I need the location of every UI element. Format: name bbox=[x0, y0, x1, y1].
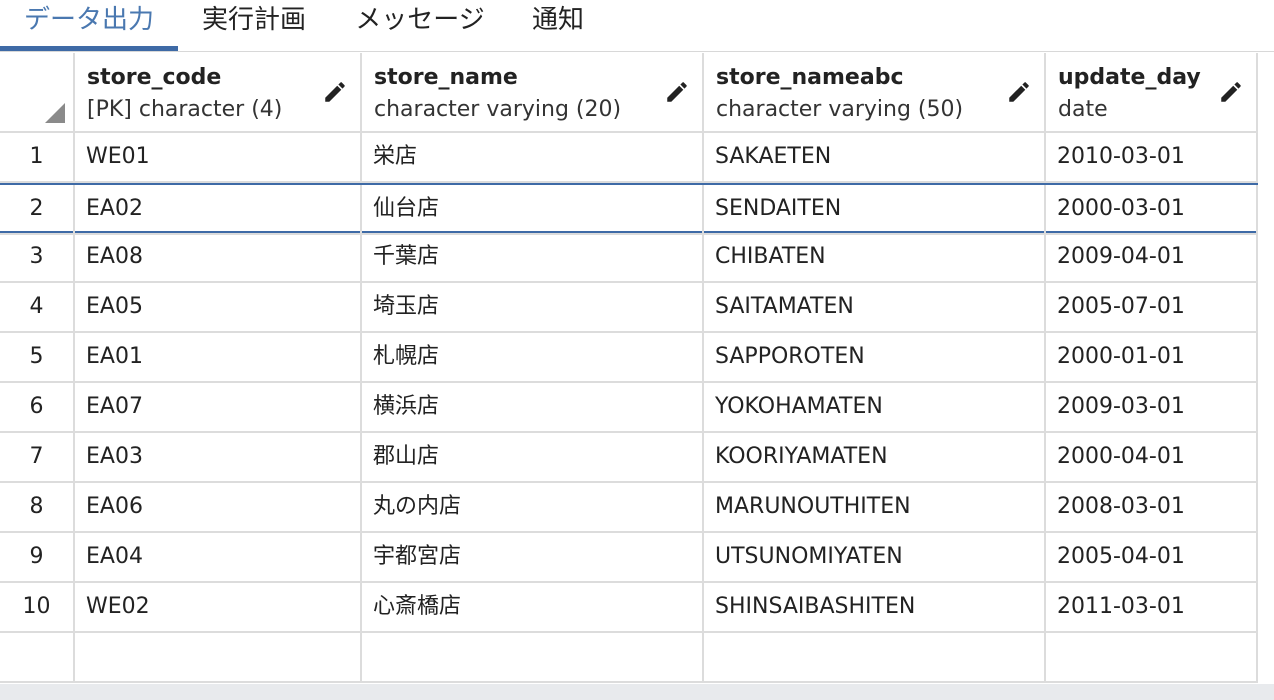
column-type: [PK] character (4) bbox=[87, 97, 283, 122]
cell-update-day[interactable]: 2000-01-01 bbox=[1046, 333, 1258, 383]
cell-update-day[interactable]: 2000-03-01 bbox=[1046, 185, 1258, 235]
cell-update-day[interactable]: 2010-03-01 bbox=[1046, 133, 1258, 183]
result-tabs: データ出力 実行計画 メッセージ 通知 bbox=[0, 0, 1274, 52]
row-number[interactable]: 3 bbox=[0, 233, 75, 283]
cell-store-code[interactable]: WE01 bbox=[75, 133, 362, 183]
grid-body: store_code [PK] character (4) store_name… bbox=[0, 53, 1258, 684]
row-number[interactable]: 5 bbox=[0, 333, 75, 383]
table-row[interactable]: 9 EA04 宇都宮店 UTSUNOMIYATEN 2005-04-01 bbox=[0, 533, 1258, 583]
column-name: store_name bbox=[374, 65, 518, 90]
table-row[interactable]: 3 EA08 千葉店 CHIBATEN 2009-04-01 bbox=[0, 233, 1258, 283]
cell-update-day[interactable]: 2005-07-01 bbox=[1046, 283, 1258, 333]
row-number[interactable]: 6 bbox=[0, 383, 75, 433]
cell-store-nameabc[interactable]: SENDAITEN bbox=[704, 185, 1046, 235]
row-number[interactable]: 7 bbox=[0, 433, 75, 483]
table-row[interactable]: 10 WE02 心斎橋店 SHINSAIBASHITEN 2011-03-01 bbox=[0, 583, 1258, 633]
column-header-store-name[interactable]: store_name character varying (20) bbox=[362, 53, 704, 133]
select-all-corner[interactable] bbox=[0, 53, 75, 133]
cell-store-code[interactable]: EA02 bbox=[75, 185, 362, 235]
table-row[interactable]: 8 EA06 丸の内店 MARUNOUTHITEN 2008-03-01 bbox=[0, 483, 1258, 533]
cell-store-name[interactable]: 心斎橋店 bbox=[362, 583, 704, 633]
cell-update-day[interactable]: 2009-03-01 bbox=[1046, 383, 1258, 433]
grid-bottom-bar bbox=[0, 684, 1274, 700]
column-header-store-nameabc[interactable]: store_nameabc character varying (50) bbox=[704, 53, 1046, 133]
table-row[interactable]: 7 EA03 郡山店 KOORIYAMATEN 2000-04-01 bbox=[0, 433, 1258, 483]
cell-store-name[interactable]: 横浜店 bbox=[362, 383, 704, 433]
cell-update-day[interactable]: 2005-04-01 bbox=[1046, 533, 1258, 583]
column-name: update_day bbox=[1058, 65, 1201, 90]
table-row[interactable]: 2 EA02 仙台店 SENDAITEN 2000-03-01 bbox=[0, 183, 1258, 235]
cell-store-nameabc[interactable]: YOKOHAMATEN bbox=[704, 383, 1046, 433]
cell-store-nameabc[interactable]: SAPPOROTEN bbox=[704, 333, 1046, 383]
empty-row bbox=[0, 633, 1258, 683]
column-header-store-code[interactable]: store_code [PK] character (4) bbox=[75, 53, 362, 133]
empty-cell[interactable] bbox=[75, 633, 362, 683]
column-name: store_nameabc bbox=[716, 65, 904, 90]
tab-notifications[interactable]: 通知 bbox=[520, 0, 596, 52]
row-number[interactable]: 1 bbox=[0, 133, 75, 183]
tab-data-output[interactable]: データ出力 bbox=[0, 0, 178, 52]
cell-store-nameabc[interactable]: CHIBATEN bbox=[704, 233, 1046, 283]
row-number[interactable]: 4 bbox=[0, 283, 75, 333]
cell-store-name[interactable]: 札幌店 bbox=[362, 333, 704, 383]
cell-store-nameabc[interactable]: SHINSAIBASHITEN bbox=[704, 583, 1046, 633]
table-row[interactable]: 4 EA05 埼玉店 SAITAMATEN 2005-07-01 bbox=[0, 283, 1258, 333]
cell-store-code[interactable]: EA06 bbox=[75, 483, 362, 533]
row-number bbox=[0, 633, 75, 683]
empty-cell[interactable] bbox=[1046, 633, 1258, 683]
pencil-icon[interactable] bbox=[322, 79, 348, 105]
corner-triangle-icon bbox=[45, 103, 65, 123]
row-number[interactable]: 9 bbox=[0, 533, 75, 583]
cell-store-name[interactable]: 千葉店 bbox=[362, 233, 704, 283]
grid-right-margin bbox=[1258, 53, 1274, 684]
table-row[interactable]: 5 EA01 札幌店 SAPPOROTEN 2000-01-01 bbox=[0, 333, 1258, 383]
cell-update-day[interactable]: 2009-04-01 bbox=[1046, 233, 1258, 283]
data-grid: store_code [PK] character (4) store_name… bbox=[0, 53, 1274, 684]
row-number[interactable]: 8 bbox=[0, 483, 75, 533]
cell-update-day[interactable]: 2000-04-01 bbox=[1046, 433, 1258, 483]
cell-store-nameabc[interactable]: KOORIYAMATEN bbox=[704, 433, 1046, 483]
cell-store-name[interactable]: 郡山店 bbox=[362, 433, 704, 483]
cell-store-nameabc[interactable]: UTSUNOMIYATEN bbox=[704, 533, 1046, 583]
cell-store-nameabc[interactable]: SAITAMATEN bbox=[704, 283, 1046, 333]
cell-store-code[interactable]: EA04 bbox=[75, 533, 362, 583]
cell-store-nameabc[interactable]: MARUNOUTHITEN bbox=[704, 483, 1046, 533]
cell-store-code[interactable]: EA01 bbox=[75, 333, 362, 383]
cell-store-nameabc[interactable]: SAKAETEN bbox=[704, 133, 1046, 183]
cell-store-code[interactable]: EA08 bbox=[75, 233, 362, 283]
column-type: character varying (50) bbox=[716, 97, 964, 122]
cell-store-code[interactable]: EA03 bbox=[75, 433, 362, 483]
cell-update-day[interactable]: 2011-03-01 bbox=[1046, 583, 1258, 633]
pencil-icon[interactable] bbox=[1218, 79, 1244, 105]
cell-store-name[interactable]: 仙台店 bbox=[362, 185, 704, 235]
cell-store-name[interactable]: 埼玉店 bbox=[362, 283, 704, 333]
tab-messages[interactable]: メッセージ bbox=[340, 0, 500, 52]
cell-store-code[interactable]: EA07 bbox=[75, 383, 362, 433]
row-number[interactable]: 2 bbox=[0, 185, 75, 235]
active-tab-indicator bbox=[0, 46, 178, 51]
table-row[interactable]: 6 EA07 横浜店 YOKOHAMATEN 2009-03-01 bbox=[0, 383, 1258, 433]
pencil-icon[interactable] bbox=[664, 79, 690, 105]
tab-explain-plan[interactable]: 実行計画 bbox=[186, 0, 322, 52]
column-type: date bbox=[1058, 97, 1108, 122]
column-header-update-day[interactable]: update_day date bbox=[1046, 53, 1258, 133]
cell-store-name[interactable]: 丸の内店 bbox=[362, 483, 704, 533]
cell-store-name[interactable]: 宇都宮店 bbox=[362, 533, 704, 583]
empty-cell[interactable] bbox=[362, 633, 704, 683]
column-type: character varying (20) bbox=[374, 97, 622, 122]
cell-store-code[interactable]: EA05 bbox=[75, 283, 362, 333]
pencil-icon[interactable] bbox=[1006, 79, 1032, 105]
column-name: store_code bbox=[87, 65, 222, 90]
empty-cell[interactable] bbox=[704, 633, 1046, 683]
cell-update-day[interactable]: 2008-03-01 bbox=[1046, 483, 1258, 533]
cell-store-name[interactable]: 栄店 bbox=[362, 133, 704, 183]
cell-store-code[interactable]: WE02 bbox=[75, 583, 362, 633]
row-number[interactable]: 10 bbox=[0, 583, 75, 633]
table-row[interactable]: 1 WE01 栄店 SAKAETEN 2010-03-01 bbox=[0, 133, 1258, 183]
